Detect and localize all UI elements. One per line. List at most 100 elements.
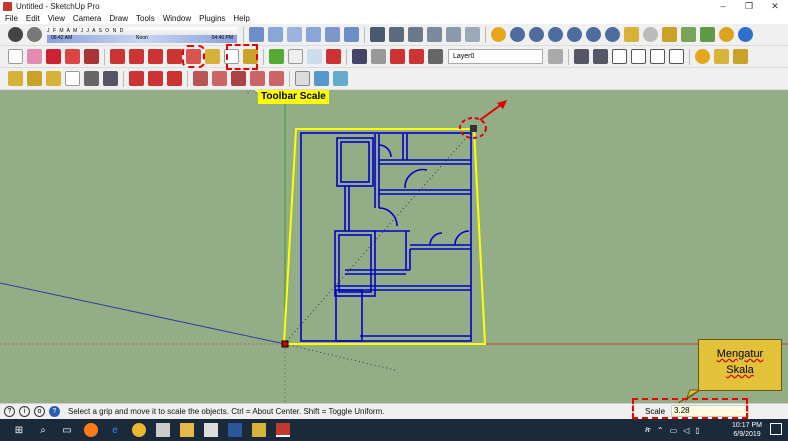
firefox-icon[interactable] <box>84 423 98 437</box>
layer-dropdown[interactable]: Layer0 <box>448 49 543 64</box>
task-view-icon[interactable]: ▭ <box>60 423 74 437</box>
tray-chevron-icon[interactable]: ⌃ <box>657 426 664 435</box>
pencil-app-icon[interactable] <box>252 423 266 437</box>
position-camera-icon[interactable] <box>212 71 227 86</box>
extension-warehouse-icon[interactable] <box>409 49 424 64</box>
menu-file[interactable]: File <box>5 14 18 23</box>
minimize-button[interactable]: – <box>710 0 736 13</box>
close-button[interactable]: ✕ <box>762 0 788 13</box>
field-of-view-icon[interactable] <box>250 71 265 86</box>
maximize-button[interactable]: ❐ <box>736 0 762 13</box>
look-around-icon[interactable] <box>231 71 246 86</box>
wireframe-icon[interactable] <box>389 27 404 42</box>
plugin-pause-icon[interactable] <box>738 27 753 42</box>
walk-icon[interactable] <box>193 71 208 86</box>
zoom-icon[interactable] <box>307 49 322 64</box>
menu-draw[interactable]: Draw <box>109 14 128 23</box>
menu-help[interactable]: Help <box>233 14 249 23</box>
advanced-camera-icon[interactable] <box>269 71 284 86</box>
menu-plugins[interactable]: Plugins <box>199 14 225 23</box>
iso-view-icon[interactable] <box>249 27 264 42</box>
shaded-texture-icon[interactable] <box>446 27 461 42</box>
plugin-d-icon[interactable] <box>510 27 525 42</box>
rectangle-icon[interactable] <box>84 49 99 64</box>
dimension-icon[interactable] <box>27 71 42 86</box>
shaded-icon[interactable] <box>427 27 442 42</box>
file-explorer-icon[interactable] <box>180 423 194 437</box>
plugin-rt-icon[interactable] <box>548 27 563 42</box>
move-icon[interactable] <box>148 49 163 64</box>
shadow-settings-bar[interactable]: J F M A M J J A S O N D 06:42 AM Noon 04… <box>47 26 237 43</box>
monochrome-icon[interactable] <box>465 27 480 42</box>
menu-camera[interactable]: Camera <box>73 14 101 23</box>
tape-icon[interactable] <box>8 71 23 86</box>
text-label-icon[interactable] <box>65 71 80 86</box>
store-icon[interactable] <box>156 423 170 437</box>
3d-text-icon[interactable] <box>103 71 118 86</box>
arc-icon[interactable] <box>65 49 80 64</box>
mail-icon[interactable] <box>204 423 218 437</box>
plugin-ok-icon[interactable] <box>605 27 620 42</box>
house-back-icon[interactable] <box>669 49 684 64</box>
windows-start-icon[interactable]: ⊞ <box>12 423 26 437</box>
flag-icon[interactable] <box>733 49 748 64</box>
smoove-icon[interactable] <box>314 71 329 86</box>
house-front-icon[interactable] <box>631 49 646 64</box>
3d-warehouse-icon[interactable] <box>371 49 386 64</box>
eraser-icon[interactable] <box>27 49 42 64</box>
menu-view[interactable]: View <box>48 14 65 23</box>
notification-icon[interactable] <box>770 423 782 435</box>
menu-tools[interactable]: Tools <box>136 14 155 23</box>
layer-manager-icon[interactable] <box>548 49 563 64</box>
left-view-icon[interactable] <box>344 27 359 42</box>
select-arrow-icon[interactable] <box>8 49 23 64</box>
warehouse-icon[interactable] <box>574 49 589 64</box>
section-display-icon[interactable] <box>148 71 163 86</box>
hidden-line-icon[interactable] <box>408 27 423 42</box>
volume-icon[interactable]: ◁ <box>683 426 689 435</box>
word-icon[interactable] <box>228 423 242 437</box>
plugin-sphere-icon[interactable] <box>643 27 658 42</box>
follow-me-icon[interactable] <box>129 49 144 64</box>
zoom-extents-icon[interactable] <box>326 49 341 64</box>
person-icon[interactable]: ጽ <box>645 425 651 435</box>
xray-icon[interactable] <box>370 27 385 42</box>
battery-icon[interactable]: ▯ <box>695 426 699 435</box>
pencil-line-icon[interactable] <box>46 49 61 64</box>
push-pull-icon[interactable] <box>110 49 125 64</box>
top-view-icon[interactable] <box>268 27 283 42</box>
right-view-icon[interactable] <box>306 27 321 42</box>
sandbox-icon[interactable] <box>295 71 310 86</box>
section-icon[interactable] <box>129 71 144 86</box>
stamp-icon[interactable] <box>333 71 348 86</box>
edge-icon[interactable]: e <box>108 423 122 437</box>
plugin-light-icon[interactable] <box>662 27 677 42</box>
chrome-icon[interactable] <box>132 423 146 437</box>
house-right-icon[interactable] <box>650 49 665 64</box>
plugin-grass-icon[interactable] <box>700 27 715 42</box>
plugin-br-icon[interactable] <box>567 27 582 42</box>
plugin-r-icon[interactable] <box>529 27 544 42</box>
orbit-icon[interactable] <box>269 49 284 64</box>
user-icon[interactable]: o <box>34 406 45 417</box>
help-icon[interactable]: ? <box>49 406 60 417</box>
axes-icon[interactable] <box>84 71 99 86</box>
back-view-icon[interactable] <box>325 27 340 42</box>
shadow-toggle-icon[interactable] <box>8 27 23 42</box>
section-cut-icon[interactable] <box>167 71 182 86</box>
share-model-icon[interactable] <box>390 49 405 64</box>
scale-tool-icon[interactable] <box>182 45 205 68</box>
pan-icon[interactable] <box>288 49 303 64</box>
geo-location-icon[interactable]: ? <box>4 406 15 417</box>
fog-icon[interactable] <box>27 27 42 42</box>
tape-measure-icon[interactable] <box>205 49 220 64</box>
sun-icon[interactable] <box>695 49 710 64</box>
credits-icon[interactable]: i <box>19 406 30 417</box>
rotate-icon[interactable] <box>167 49 182 64</box>
model-viewport[interactable] <box>0 90 788 403</box>
hat-icon[interactable] <box>714 49 729 64</box>
menu-window[interactable]: Window <box>163 14 191 23</box>
front-view-icon[interactable] <box>287 27 302 42</box>
search-icon[interactable]: ⌕ <box>36 423 50 437</box>
protractor-icon[interactable] <box>46 71 61 86</box>
